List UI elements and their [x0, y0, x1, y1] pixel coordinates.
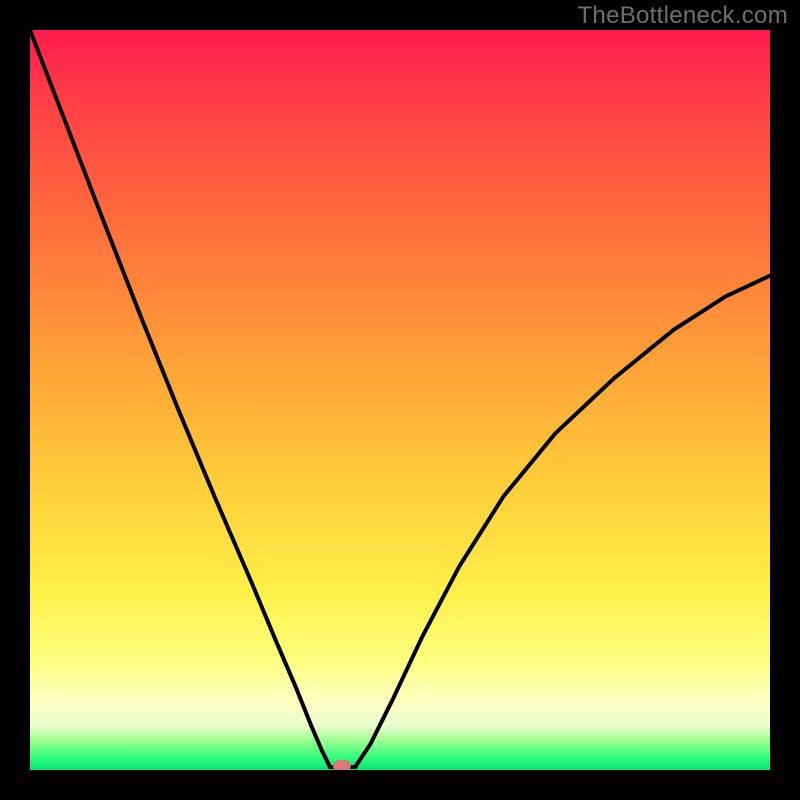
plot-area: [30, 30, 770, 770]
watermark-text: TheBottleneck.com: [577, 2, 788, 30]
minimum-marker: [333, 760, 351, 770]
bottleneck-curve: [30, 30, 770, 770]
curve-path: [30, 30, 770, 767]
chart-frame: TheBottleneck.com: [0, 0, 800, 800]
